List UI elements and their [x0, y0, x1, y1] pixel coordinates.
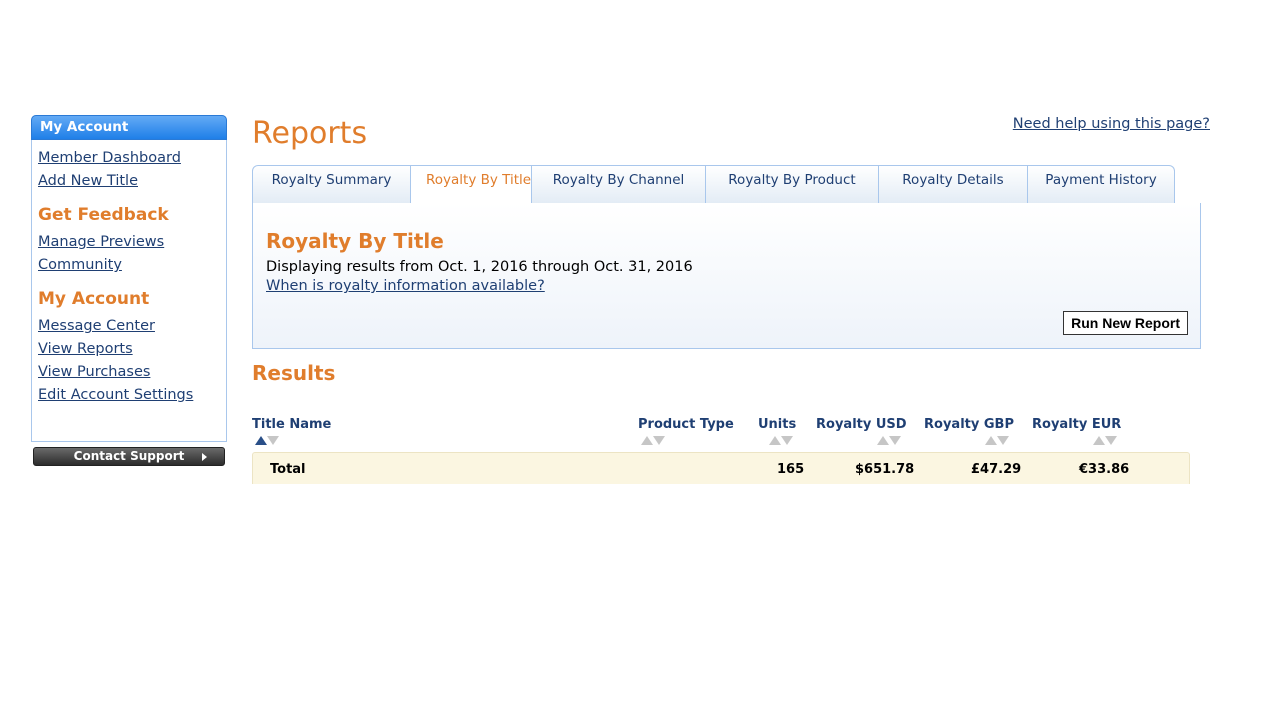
column-header-product-type[interactable]: Product Type [638, 417, 734, 432]
sort-descending-icon [267, 436, 279, 445]
page-title: Reports [252, 116, 368, 151]
tab-royalty-by-title[interactable]: Royalty By Title [411, 165, 532, 204]
tab-royalty-details[interactable]: Royalty Details [879, 165, 1028, 204]
sidebar-top-links: Member Dashboard Add New Title [38, 147, 226, 193]
sidebar-link-member-dashboard[interactable]: Member Dashboard [38, 147, 226, 170]
sort-royalty-usd[interactable] [877, 436, 905, 446]
report-panel: Royalty By Title Displaying results from… [252, 203, 1201, 349]
column-header-title-name[interactable]: Title Name [252, 417, 331, 432]
column-header-royalty-eur[interactable]: Royalty EUR [1032, 417, 1121, 432]
sidebar-link-view-purchases[interactable]: View Purchases [38, 361, 226, 384]
tab-royalty-by-product[interactable]: Royalty By Product [706, 165, 879, 204]
sidebar-link-view-reports[interactable]: View Reports [38, 338, 226, 361]
sidebar-link-message-center[interactable]: Message Center [38, 315, 226, 338]
sidebar-header: My Account [31, 115, 227, 140]
total-royalty-eur: €33.86 [1079, 462, 1130, 477]
total-royalty-usd: $651.78 [855, 462, 915, 477]
sort-ascending-icon [877, 436, 889, 445]
sort-title-name[interactable] [255, 436, 283, 446]
sort-units[interactable] [769, 436, 797, 446]
sort-ascending-icon [1093, 436, 1105, 445]
column-header-units[interactable]: Units [758, 417, 796, 432]
sidebar-heading-get-feedback: Get Feedback [38, 205, 169, 225]
sidebar-heading-my-account: My Account [38, 289, 150, 309]
sidebar-link-add-new-title[interactable]: Add New Title [38, 170, 226, 193]
sort-descending-icon [653, 436, 665, 445]
report-tabs: Royalty Summary Royalty By Title Royalty… [252, 165, 1201, 204]
sidebar-feedback-links: Manage Previews Community [38, 231, 226, 277]
sort-descending-icon [997, 436, 1009, 445]
column-header-royalty-usd[interactable]: Royalty USD [816, 417, 907, 432]
results-title: Results [252, 361, 336, 385]
sort-descending-icon [781, 436, 793, 445]
sidebar-link-community[interactable]: Community [38, 254, 226, 277]
sort-product-type[interactable] [641, 436, 669, 446]
sort-descending-icon [889, 436, 901, 445]
total-label: Total [270, 462, 306, 477]
sort-royalty-gbp[interactable] [985, 436, 1013, 446]
arrow-right-icon [202, 453, 207, 461]
sort-ascending-icon [255, 436, 267, 445]
tab-payment-history[interactable]: Payment History [1028, 165, 1175, 204]
panel-title: Royalty By Title [266, 229, 444, 253]
sidebar-link-manage-previews[interactable]: Manage Previews [38, 231, 226, 254]
tab-royalty-summary[interactable]: Royalty Summary [252, 165, 411, 204]
tab-royalty-by-channel[interactable]: Royalty By Channel [532, 165, 706, 204]
help-link[interactable]: Need help using this page? [1013, 116, 1210, 132]
sidebar-link-edit-account-settings[interactable]: Edit Account Settings [38, 384, 226, 407]
sort-ascending-icon [985, 436, 997, 445]
total-units: 165 [777, 462, 805, 477]
contact-support-button[interactable]: Contact Support [33, 447, 225, 466]
sort-descending-icon [1105, 436, 1117, 445]
column-header-royalty-gbp[interactable]: Royalty GBP [924, 417, 1014, 432]
royalty-info-link[interactable]: When is royalty information available? [266, 278, 545, 294]
sidebar: My Account Member Dashboard Add New Titl… [31, 115, 227, 442]
sort-ascending-icon [641, 436, 653, 445]
total-royalty-gbp: £47.29 [971, 462, 1022, 477]
contact-support-label: Contact Support [73, 449, 185, 463]
sort-ascending-icon [769, 436, 781, 445]
sidebar-account-links: Message Center View Reports View Purchas… [38, 315, 226, 407]
table-row-total: Total 165 $651.78 £47.29 €33.86 [252, 452, 1190, 484]
run-new-report-button[interactable]: Run New Report [1063, 311, 1188, 335]
sort-royalty-eur[interactable] [1093, 436, 1121, 446]
date-range-text: Displaying results from Oct. 1, 2016 thr… [266, 259, 693, 275]
